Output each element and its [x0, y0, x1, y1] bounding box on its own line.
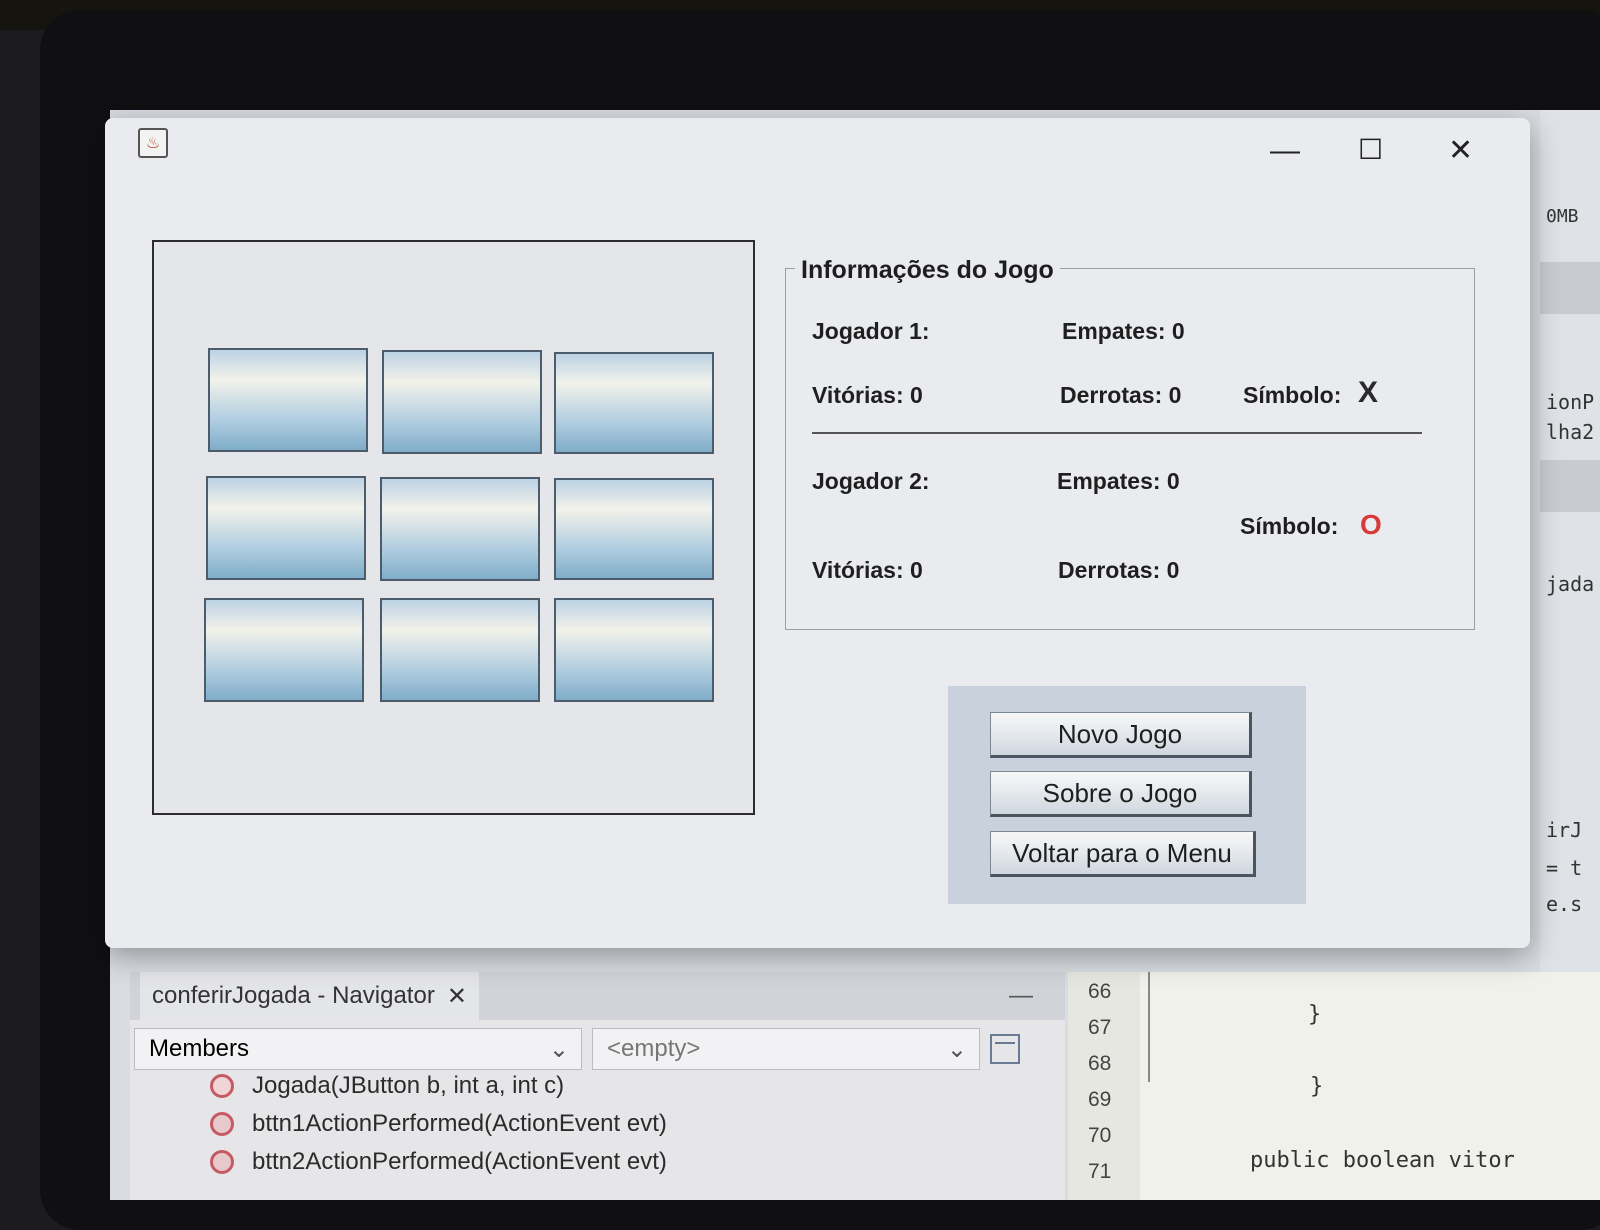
filter-icon[interactable] — [990, 1034, 1020, 1064]
board-cell[interactable] — [382, 350, 542, 454]
player1-label: Jogador 1: — [812, 318, 930, 344]
chevron-down-icon: ⌄ — [548, 1036, 569, 1063]
player2-symbol-label: Símbolo: — [1240, 513, 1339, 539]
player1-derrotas: Derrotas: 0 — [1060, 382, 1182, 408]
code-snippet: e.s — [1546, 892, 1583, 916]
player1-empates: Empates: 0 — [1062, 318, 1185, 344]
player2-vitorias: Vitórias: 0 — [812, 557, 923, 583]
filter-combo-value: <empty> — [607, 1035, 701, 1062]
line-number: 67 — [1088, 1016, 1112, 1039]
player1-symbol: X — [1358, 376, 1379, 409]
code-line: } — [1310, 1074, 1324, 1099]
board-cell[interactable] — [554, 478, 714, 580]
line-number: 69 — [1088, 1088, 1112, 1111]
board-cell[interactable] — [554, 352, 714, 454]
private-method-icon — [210, 1150, 234, 1174]
line-number: 71 — [1088, 1160, 1112, 1183]
fold-guide — [1148, 972, 1150, 1082]
code-snippet: jada — [1546, 572, 1595, 596]
maximize-button[interactable]: ☐ — [1358, 136, 1383, 164]
novo-jogo-button[interactable]: Novo Jogo — [990, 712, 1252, 758]
code-snippet: = t — [1546, 856, 1583, 880]
player1-symbol-label: Símbolo: — [1243, 382, 1342, 408]
line-number: 68 — [1088, 1052, 1112, 1075]
player2-empates: Empates: 0 — [1057, 468, 1180, 494]
tab-navigator-label: conferirJogada - Navigator — [152, 982, 435, 1009]
list-item[interactable]: Jogada(JButton b, int a, int c) — [210, 1072, 564, 1100]
line-number: 70 — [1088, 1124, 1112, 1147]
board-cell[interactable] — [206, 476, 366, 580]
list-item[interactable]: bttn1ActionPerformed(ActionEvent evt) — [210, 1110, 667, 1138]
method-icon — [210, 1074, 234, 1098]
code-snippet: ionP — [1546, 390, 1595, 414]
minimize-button[interactable]: — — [1270, 136, 1300, 166]
player2-label: Jogador 2: — [812, 468, 930, 494]
tab-navigator[interactable]: conferirJogada - Navigator ✕ — [140, 972, 479, 1020]
board-cell[interactable] — [380, 598, 540, 702]
filter-combo[interactable]: <empty> ⌄ — [592, 1028, 980, 1070]
memory-indicator: 0MB — [1546, 206, 1579, 227]
ide-toolbar-strip — [1540, 460, 1600, 512]
navigator-panel: conferirJogada - Navigator ✕ — Members ⌄… — [130, 972, 1065, 1200]
player2-symbol: O — [1360, 509, 1382, 540]
chevron-down-icon: ⌄ — [946, 1036, 967, 1063]
code-snippet: irJ — [1546, 818, 1583, 842]
player1-vitorias: Vitórias: 0 — [812, 382, 923, 408]
code-line: public boolean vitor — [1250, 1148, 1515, 1173]
private-method-icon — [210, 1112, 234, 1136]
close-button[interactable]: ✕ — [1448, 136, 1473, 166]
line-number: 66 — [1088, 980, 1112, 1003]
close-icon[interactable]: ✕ — [447, 982, 467, 1011]
members-combo-value: Members — [149, 1035, 250, 1062]
sobre-jogo-button[interactable]: Sobre o Jogo — [990, 771, 1252, 817]
members-combo[interactable]: Members ⌄ — [134, 1028, 582, 1070]
board-cell[interactable] — [380, 477, 540, 581]
line-gutter: 66 67 68 69 70 71 — [1068, 972, 1140, 1200]
code-snippet: lha2 — [1546, 420, 1595, 444]
list-item[interactable]: bttn2ActionPerformed(ActionEvent evt) — [210, 1148, 667, 1176]
ide-toolbar-strip — [1540, 262, 1600, 314]
code-line: } — [1308, 1002, 1322, 1027]
java-cup-icon: ♨ — [138, 128, 168, 158]
board-cell[interactable] — [554, 598, 714, 702]
member-label: bttn2ActionPerformed(ActionEvent evt) — [252, 1148, 667, 1175]
board-cell[interactable] — [204, 598, 364, 702]
info-panel-title: Informações do Jogo — [795, 256, 1060, 285]
voltar-menu-button[interactable]: Voltar para o Menu — [990, 831, 1256, 877]
navigator-tab-bar: conferirJogada - Navigator ✕ — — [130, 972, 1065, 1020]
minimize-panel-icon[interactable]: — — [1009, 982, 1033, 1010]
member-label: bttn1ActionPerformed(ActionEvent evt) — [252, 1110, 667, 1137]
board-cell[interactable] — [208, 348, 368, 452]
player2-derrotas: Derrotas: 0 — [1058, 557, 1180, 583]
separator — [812, 432, 1422, 434]
member-label: Jogada(JButton b, int a, int c) — [252, 1072, 565, 1099]
